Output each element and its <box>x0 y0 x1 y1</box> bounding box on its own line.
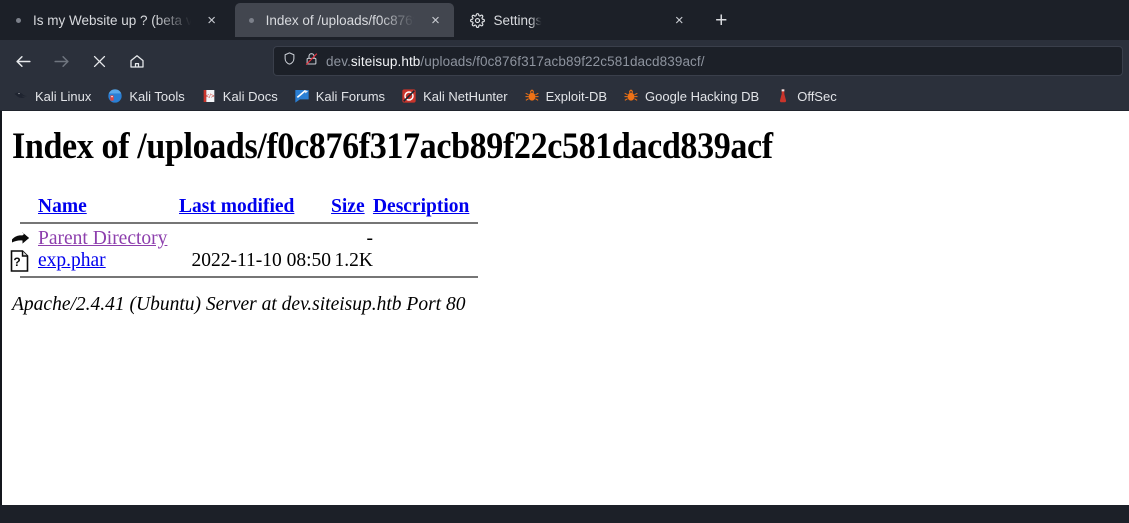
horizontal-rule <box>20 222 478 224</box>
column-header-name[interactable]: Name <box>38 196 179 218</box>
column-header-name-link[interactable]: Name <box>38 196 87 217</box>
table-separator-row-top <box>10 218 478 228</box>
row-size: 1.2K <box>334 250 373 271</box>
column-header-description-link[interactable]: Description <box>373 196 469 217</box>
navigation-toolbar: dev.siteisup.htb/uploads/f0c876f317acb89… <box>0 40 1129 82</box>
new-tab-button[interactable]: + <box>706 5 736 35</box>
row-description <box>373 250 478 272</box>
kali-tools-icon <box>107 88 123 104</box>
row-name-cell[interactable]: exp.phar <box>38 250 179 272</box>
gear-icon <box>470 12 486 28</box>
lock-crossed-icon[interactable] <box>304 51 319 72</box>
file-link-exp-phar[interactable]: exp.phar <box>38 250 106 271</box>
bookmark-label: Kali Docs <box>222 88 278 104</box>
directory-table: Name Last modified Size Description Pare… <box>10 196 478 282</box>
bookmark-google-hacking-db[interactable]: Google Hacking DB <box>616 85 766 107</box>
tab-label: Settings <box>493 12 543 28</box>
bookmark-label: Exploit-DB <box>545 88 608 104</box>
bookmark-label: Google Hacking DB <box>645 88 760 104</box>
stop-x-icon[interactable] <box>82 46 116 76</box>
kali-docs-icon: </> <box>201 88 217 104</box>
google-hacking-db-icon <box>623 88 639 104</box>
table-row[interactable]: ? exp.phar 2022-11-10 08:50 1.2K <box>10 250 478 272</box>
parent-directory-link[interactable]: Parent Directory <box>38 228 167 249</box>
forward-arrow-icon[interactable] <box>44 46 78 76</box>
tab-label: Is my Website up ? (beta v <box>33 12 193 28</box>
svg-text:</>: </> <box>205 94 214 100</box>
bookmark-kali-linux[interactable]: Kali Linux <box>6 85 98 107</box>
separator-cell <box>10 272 478 282</box>
bookmark-label: Kali Tools <box>129 88 185 104</box>
kali-dragon-icon <box>13 88 29 104</box>
bookmarks-bar: Kali Linux Kali Tools </> Kali Docs Kali… <box>0 82 1129 111</box>
back-arrow-icon[interactable] <box>6 46 40 76</box>
row-last-modified <box>179 228 331 250</box>
bookmark-label: Kali NetHunter <box>423 88 508 104</box>
url-text: dev.siteisup.htb/uploads/f0c876f317acb89… <box>326 54 705 69</box>
column-header-last-modified-link[interactable]: Last modified <box>179 196 294 217</box>
url-path: /uploads/f0c876f317acb89f22c581dacd839ac… <box>420 53 705 69</box>
bookmark-kali-nethunter[interactable]: Kali NetHunter <box>394 85 515 107</box>
page-content: Index of /uploads/f0c876f317acb89f22c581… <box>0 111 1129 505</box>
table-header-row: Name Last modified Size Description <box>10 196 478 218</box>
server-signature: Apache/2.4.41 (Ubuntu) Server at dev.sit… <box>12 294 466 315</box>
offsec-icon <box>775 88 791 104</box>
svg-text:?: ? <box>13 255 20 269</box>
apache-directory-listing: Index of /uploads/f0c876f317acb89f22c581… <box>2 111 1129 324</box>
bookmark-kali-docs[interactable]: </> Kali Docs <box>194 85 285 107</box>
url-host: siteisup.htb <box>350 53 421 69</box>
kali-forums-icon <box>294 88 310 104</box>
unknown-file-icon: ? <box>10 250 38 272</box>
bookmark-offsec[interactable]: OffSec <box>768 85 844 107</box>
home-icon[interactable] <box>120 46 154 76</box>
bookmark-kali-forums[interactable]: Kali Forums <box>287 85 392 107</box>
close-icon[interactable]: × <box>668 9 690 31</box>
table-separator-row-bottom <box>10 272 478 282</box>
header-icon-cell <box>10 196 38 218</box>
column-header-description[interactable]: Description <box>373 196 478 218</box>
row-description <box>373 228 478 250</box>
tab-website-up[interactable]: Is my Website up ? (beta v × <box>2 3 231 37</box>
bookmark-exploit-db[interactable]: Exploit-DB <box>517 85 614 107</box>
dot-icon <box>16 17 21 23</box>
shield-icon[interactable] <box>282 51 297 71</box>
close-icon[interactable]: × <box>424 9 446 31</box>
dot-icon <box>248 17 254 23</box>
bookmark-label: Kali Forums <box>315 88 386 104</box>
bookmark-label: OffSec <box>797 88 837 104</box>
separator-cell <box>10 218 478 228</box>
close-icon[interactable]: × <box>201 9 223 31</box>
exploit-db-icon <box>524 88 540 104</box>
kali-nethunter-icon <box>401 88 417 104</box>
parent-directory-icon <box>10 228 38 250</box>
column-header-last-modified[interactable]: Last modified <box>179 196 331 218</box>
table-row[interactable]: Parent Directory - <box>10 228 478 250</box>
page-title: Index of /uploads/f0c876f317acb89f22c581… <box>12 126 773 167</box>
url-bar[interactable]: dev.siteisup.htb/uploads/f0c876f317acb89… <box>273 46 1123 76</box>
tab-index-uploads[interactable]: Index of /uploads/f0c876f × <box>234 3 455 37</box>
row-last-modified: 2022-11-10 08:50 <box>191 250 332 271</box>
tab-label: Index of /uploads/f0c876f <box>265 12 417 28</box>
row-size: - <box>366 228 373 249</box>
bookmark-label: Kali Linux <box>35 88 92 104</box>
bookmark-kali-tools[interactable]: Kali Tools <box>100 85 191 107</box>
row-name-cell[interactable]: Parent Directory <box>38 228 179 250</box>
column-header-size-link[interactable]: Size <box>331 196 365 217</box>
url-prefix: dev. <box>326 53 351 69</box>
tab-strip: Is my Website up ? (beta v × Index of /u… <box>0 0 1129 40</box>
column-header-size[interactable]: Size <box>331 196 373 218</box>
tab-settings[interactable]: Settings × <box>458 3 698 37</box>
horizontal-rule <box>20 276 478 278</box>
